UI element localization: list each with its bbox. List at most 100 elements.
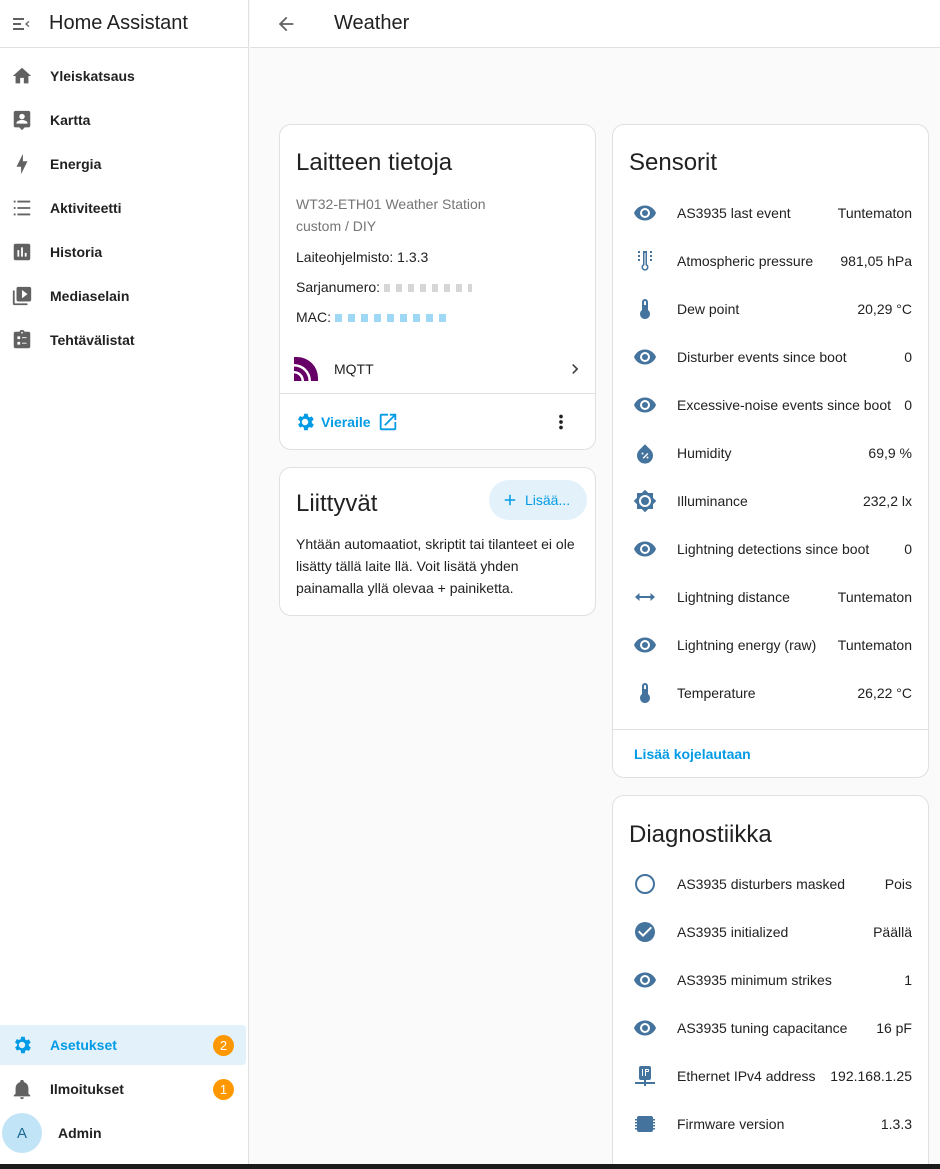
arrow-left-right-icon (613, 585, 677, 609)
sensor-row[interactable]: Lightning energy (raw) Tuntematon (613, 621, 928, 669)
sensor-value: 69,9 % (868, 445, 912, 461)
device-info-card: Laitteen tietoja WT32-ETH01 Weather Stat… (279, 124, 596, 450)
device-info-title: Laitteen tietoja (296, 149, 453, 176)
eye-icon (613, 537, 677, 561)
sidebar-item-activity[interactable]: Aktiviteetti (0, 188, 246, 228)
plus-icon (504, 494, 516, 506)
mqtt-icon (278, 356, 334, 382)
sidebar-item-todo[interactable]: Tehtävälistat (0, 320, 246, 360)
sensor-row[interactable]: Atmospheric pressure 981,05 hPa (613, 237, 928, 285)
diagnostic-name: AS3935 disturbers masked (677, 876, 846, 892)
chart-icon (0, 232, 44, 272)
sensor-name: Lightning detections since boot (677, 541, 870, 557)
sensor-name: Temperature (677, 685, 756, 701)
top-bar: Weather (250, 0, 940, 48)
diagnostic-row[interactable]: AS3935 disturbers masked Pois (613, 860, 928, 908)
diagnostics-card: Diagnostiikka AS3935 disturbers masked P… (612, 795, 929, 1169)
sensor-name: Lightning distance (677, 589, 790, 605)
eye-icon (613, 1016, 677, 1040)
sidebar-item-label: Tehtävälistat (50, 332, 135, 348)
sidebar-item-history[interactable]: Historia (0, 232, 246, 272)
sensor-name: Dew point (677, 301, 740, 317)
add-related-label: Lisää... (525, 492, 571, 508)
eye-icon (613, 201, 677, 225)
circle-outline-icon (613, 872, 677, 896)
serial-redacted (383, 284, 472, 293)
add-related-button[interactable]: Lisää... (489, 480, 587, 520)
integration-mqtt-row[interactable]: MQTT (280, 345, 595, 393)
sensor-name: Lightning energy (raw) (677, 637, 817, 653)
arrow-left-icon (278, 16, 294, 31)
home-icon (0, 56, 44, 96)
sidebar-item-label: Mediaselain (50, 288, 130, 304)
visit-label: Vieraile (321, 414, 371, 430)
sidebar-item-profile[interactable]: A Admin (0, 1113, 246, 1153)
sidebar-item-label: Aktiviteetti (50, 200, 122, 216)
sensor-value: 232,2 lx (862, 493, 912, 509)
diagnostic-value: 1.3.3 (880, 1116, 912, 1132)
related-title: Liittyvät (296, 490, 378, 517)
sensor-row[interactable]: Lightning detections since boot 0 (613, 525, 928, 573)
back-button[interactable] (250, 0, 322, 48)
sensor-row[interactable]: Excessive-noise events since boot 0 (613, 381, 928, 429)
diagnostic-value: 16 pF (876, 1020, 912, 1036)
sidebar: Home Assistant Yleiskatsaus Kartta Energ… (0, 0, 249, 1164)
mac-redacted (334, 314, 447, 323)
open-in-new-icon (379, 413, 396, 431)
sidebar-item-overview[interactable]: Yleiskatsaus (0, 56, 246, 96)
sensor-row[interactable]: Disturber events since boot 0 (613, 333, 928, 381)
sensor-row[interactable]: Temperature 26,22 °C (613, 669, 928, 717)
sensor-value: 20,29 °C (857, 301, 912, 317)
diagnostic-row[interactable]: AS3935 initialized Päällä (613, 908, 928, 956)
brightness-icon (613, 489, 677, 513)
app-title: Home Assistant (49, 12, 188, 34)
user-name: Admin (58, 1125, 102, 1141)
diagnostic-row[interactable]: AS3935 minimum strikes 1 (613, 956, 928, 1004)
diagnostic-name: Ethernet IPv4 address (677, 1068, 816, 1084)
device-model: WT32-ETH01 Weather Station (296, 196, 486, 212)
sensor-value: Tuntematon (837, 589, 912, 605)
menu-open-icon (13, 17, 30, 30)
dots-vertical-icon (559, 414, 563, 430)
cog-icon (298, 413, 314, 431)
sensor-name: Excessive-noise events since boot (677, 397, 891, 413)
sensor-row[interactable]: Illuminance 232,2 lx (613, 477, 928, 525)
diagnostic-row[interactable]: Firmware version 1.3.3 (613, 1100, 928, 1148)
list-icon (0, 188, 44, 228)
sensor-row[interactable]: Lightning distance Tuntematon (613, 573, 928, 621)
visit-button[interactable]: Vieraile (294, 411, 399, 433)
menu-toggle-button[interactable] (0, 0, 44, 48)
sidebar-item-energy[interactable]: Energia (0, 144, 246, 184)
sidebar-item-label: Energia (50, 156, 102, 172)
card-divider (613, 729, 928, 730)
sensors-title: Sensorit (629, 149, 718, 176)
sensor-row[interactable]: AS3935 last event Tuntematon (613, 189, 928, 237)
diagnostic-value: Päällä (873, 924, 912, 940)
bell-icon (0, 1069, 44, 1109)
diagnostic-row[interactable]: AS3935 tuning capacitance 16 pF (613, 1004, 928, 1052)
diagnostic-value: 1 (904, 972, 912, 988)
card-divider (280, 393, 595, 394)
sidebar-item-settings[interactable]: Asetukset 2 (0, 1025, 246, 1065)
eye-icon (613, 345, 677, 369)
sidebar-item-label: Yleiskatsaus (50, 68, 135, 84)
device-firmware: Laiteohjelmisto: 1.3.3 (296, 249, 429, 265)
sidebar-item-media[interactable]: Mediaselain (0, 276, 246, 316)
add-to-dashboard-button[interactable]: Lisää kojelautaan (634, 746, 751, 762)
thermometer-icon (613, 297, 677, 321)
settings-badge: 2 (213, 1034, 234, 1056)
more-options-button[interactable] (549, 411, 573, 433)
window-bottom-edge (0, 1164, 940, 1169)
diagnostic-name: AS3935 tuning capacitance (677, 1020, 848, 1036)
chevron-right-icon (555, 359, 595, 379)
sidebar-item-notifications[interactable]: Ilmoitukset 1 (0, 1069, 246, 1109)
sensor-value: Tuntematon (837, 637, 912, 653)
sidebar-item-map[interactable]: Kartta (0, 100, 246, 140)
related-empty-text: Yhtään automaatiot, skriptit tai tilante… (296, 536, 575, 596)
sensor-row[interactable]: Dew point 20,29 °C (613, 285, 928, 333)
diagnostics-title: Diagnostiikka (629, 821, 772, 848)
related-card: Liittyvät Lisää... Yhtään automaatiot, s… (279, 467, 596, 616)
sidebar-item-label: Asetukset (50, 1037, 117, 1053)
sensor-row[interactable]: Humidity 69,9 % (613, 429, 928, 477)
diagnostic-row[interactable]: Ethernet IPv4 address 192.168.1.25 (613, 1052, 928, 1100)
